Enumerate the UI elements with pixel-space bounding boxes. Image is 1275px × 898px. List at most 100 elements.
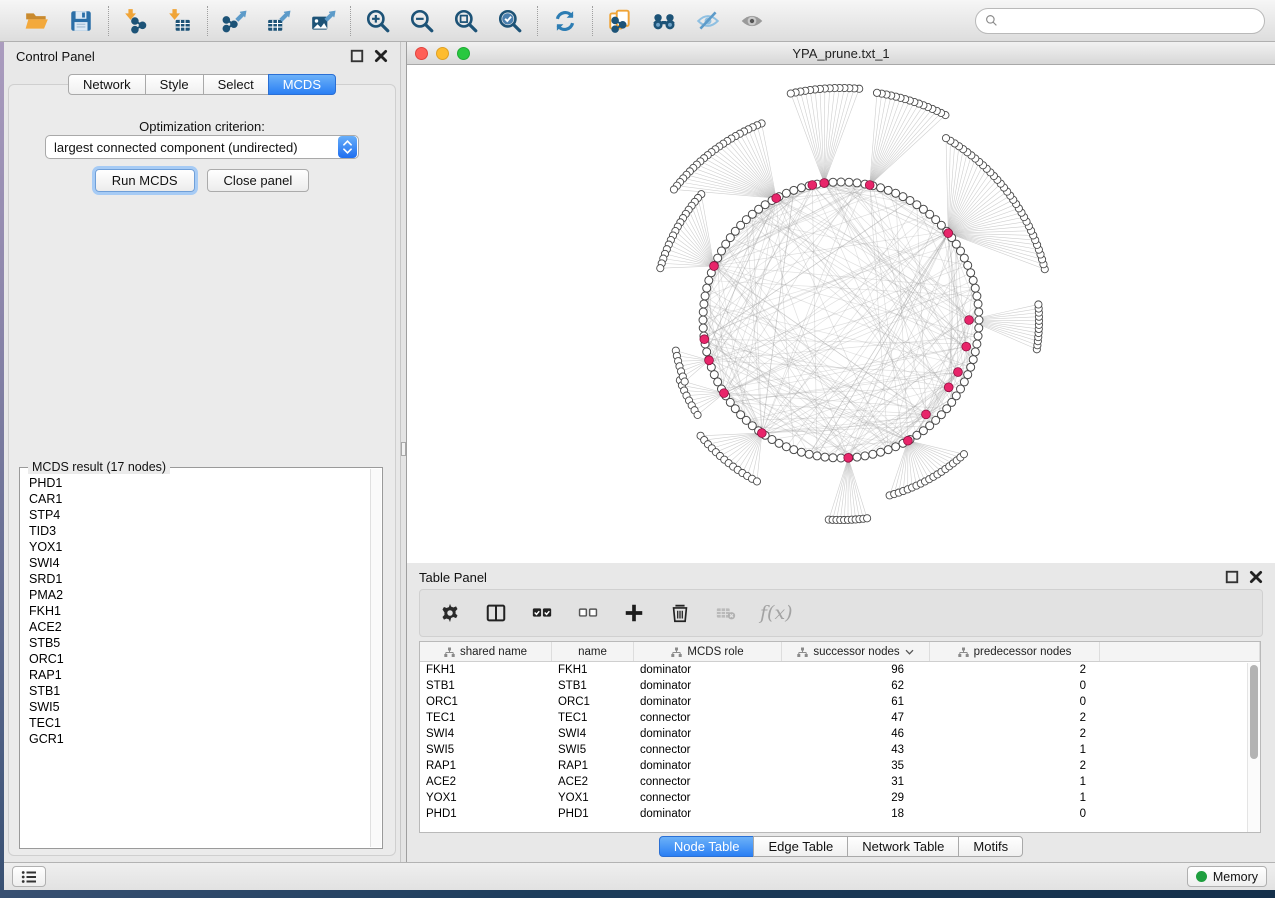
- mcds-node[interactable]: [865, 181, 874, 190]
- network-canvas[interactable]: [407, 65, 1275, 563]
- network-node[interactable]: [967, 269, 975, 277]
- table-row[interactable]: SWI5SWI5connector431: [420, 742, 1260, 758]
- network-node[interactable]: [703, 284, 711, 292]
- result-node-item[interactable]: ORC1: [29, 651, 370, 667]
- network-node[interactable]: [960, 451, 967, 458]
- network-node[interactable]: [971, 348, 979, 356]
- zoom-in-button[interactable]: [363, 6, 393, 36]
- mcds-node[interactable]: [944, 229, 953, 238]
- minimize-window-icon[interactable]: [436, 47, 449, 60]
- network-node[interactable]: [782, 189, 790, 197]
- column-header-MCDS-role[interactable]: MCDS role: [634, 642, 782, 661]
- zoom-selected-button[interactable]: [495, 6, 525, 36]
- mcds-node[interactable]: [710, 262, 719, 271]
- network-node[interactable]: [787, 90, 794, 97]
- mcds-node[interactable]: [954, 368, 963, 377]
- close-icon[interactable]: [374, 49, 388, 63]
- clone-network-button[interactable]: [605, 6, 635, 36]
- network-node[interactable]: [699, 308, 707, 316]
- network-node[interactable]: [869, 450, 877, 458]
- column-header-name[interactable]: name: [552, 642, 634, 661]
- select-all-button[interactable]: [530, 601, 554, 625]
- network-node[interactable]: [710, 371, 718, 379]
- float-icon[interactable]: [350, 49, 364, 63]
- network-node[interactable]: [829, 454, 837, 462]
- import-table-button[interactable]: [165, 6, 195, 36]
- criterion-dropdown[interactable]: largest connected component (undirected): [45, 135, 359, 159]
- network-node[interactable]: [775, 439, 783, 447]
- network-node[interactable]: [694, 411, 701, 418]
- column-header-successor-nodes[interactable]: successor nodes: [782, 642, 930, 661]
- mcds-node[interactable]: [808, 181, 817, 190]
- export-image-button[interactable]: [308, 6, 338, 36]
- network-node[interactable]: [813, 452, 821, 460]
- result-node-item[interactable]: PMA2: [29, 587, 370, 603]
- table-row[interactable]: ORC1ORC1dominator610: [420, 694, 1260, 710]
- function-button[interactable]: f(x): [760, 601, 793, 625]
- mcds-node[interactable]: [904, 436, 913, 445]
- network-node[interactable]: [884, 186, 892, 194]
- splitter-handle[interactable]: [401, 442, 406, 456]
- network-node[interactable]: [714, 254, 722, 262]
- network-titlebar[interactable]: YPA_prune.txt_1: [407, 42, 1275, 65]
- result-node-item[interactable]: SWI5: [29, 699, 370, 715]
- network-node[interactable]: [705, 276, 713, 284]
- network-node[interactable]: [699, 316, 707, 324]
- mcds-node[interactable]: [757, 429, 766, 438]
- network-node[interactable]: [797, 184, 805, 192]
- zoom-fit-button[interactable]: [451, 6, 481, 36]
- result-node-item[interactable]: GCR1: [29, 731, 370, 747]
- table-row[interactable]: ACE2ACE2connector311: [420, 774, 1260, 790]
- result-node-item[interactable]: SRD1: [29, 571, 370, 587]
- tab-edge-table[interactable]: Edge Table: [753, 836, 848, 857]
- delete-column-button[interactable]: [668, 601, 692, 625]
- result-node-item[interactable]: SWI4: [29, 555, 370, 571]
- network-node[interactable]: [703, 348, 711, 356]
- first-neighbors-button[interactable]: [649, 6, 679, 36]
- delete-table-button[interactable]: [714, 601, 738, 625]
- network-node[interactable]: [964, 261, 972, 269]
- mcds-node[interactable]: [944, 383, 953, 392]
- table-row[interactable]: SWI4SWI4dominator462: [420, 726, 1260, 742]
- network-node[interactable]: [884, 446, 892, 454]
- mcds-node[interactable]: [962, 342, 971, 351]
- result-node-item[interactable]: STP4: [29, 507, 370, 523]
- network-node[interactable]: [877, 184, 885, 192]
- network-node[interactable]: [967, 363, 975, 371]
- network-node[interactable]: [975, 324, 983, 332]
- run-mcds-button[interactable]: Run MCDS: [95, 169, 195, 192]
- panel-splitter[interactable]: [400, 42, 407, 862]
- network-node[interactable]: [969, 276, 977, 284]
- add-column-button[interactable]: [622, 601, 646, 625]
- refresh-button[interactable]: [550, 6, 580, 36]
- mcds-node[interactable]: [844, 453, 853, 462]
- network-node[interactable]: [971, 284, 979, 292]
- network-node[interactable]: [657, 265, 664, 272]
- hide-selected-button[interactable]: [693, 6, 723, 36]
- float-icon[interactable]: [1225, 570, 1239, 584]
- mcds-node[interactable]: [705, 356, 714, 365]
- deselect-all-button[interactable]: [576, 601, 600, 625]
- export-network-button[interactable]: [220, 6, 250, 36]
- table-row[interactable]: YOX1YOX1connector291: [420, 790, 1260, 806]
- network-node[interactable]: [892, 189, 900, 197]
- table-scrollbar-thumb[interactable]: [1250, 665, 1258, 759]
- zoom-out-button[interactable]: [407, 6, 437, 36]
- search-field[interactable]: [975, 8, 1265, 34]
- result-node-item[interactable]: RAP1: [29, 667, 370, 683]
- columns-button[interactable]: [484, 601, 508, 625]
- network-node[interactable]: [700, 300, 708, 308]
- table-row[interactable]: RAP1RAP1dominator352: [420, 758, 1260, 774]
- result-node-item[interactable]: PHD1: [29, 475, 370, 491]
- network-node[interactable]: [973, 292, 981, 300]
- table-row[interactable]: TEC1TEC1connector472: [420, 710, 1260, 726]
- close-panel-button[interactable]: Close panel: [207, 169, 310, 192]
- result-node-item[interactable]: STB1: [29, 683, 370, 699]
- result-node-item[interactable]: ACE2: [29, 619, 370, 635]
- network-node[interactable]: [974, 332, 982, 340]
- table-scrollbar[interactable]: [1247, 663, 1260, 832]
- network-node[interactable]: [782, 443, 790, 451]
- network-node[interactable]: [837, 178, 845, 186]
- network-node[interactable]: [892, 443, 900, 451]
- network-node[interactable]: [975, 308, 983, 316]
